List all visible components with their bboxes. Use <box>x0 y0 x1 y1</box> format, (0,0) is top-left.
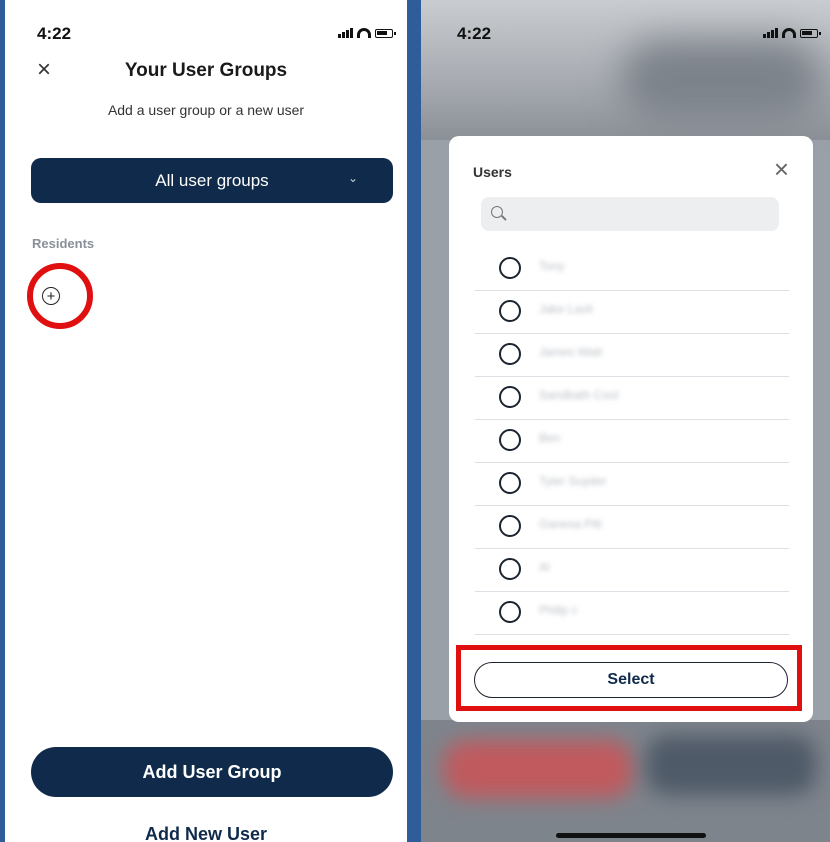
list-item[interactable]: Sandbath Cool <box>475 377 789 420</box>
user-name: Ganesa Pitt <box>539 517 602 531</box>
modal-title: Users <box>473 164 512 180</box>
list-item[interactable]: Philip c <box>475 592 789 635</box>
radio-button[interactable] <box>499 601 521 623</box>
list-item[interactable]: Ben <box>475 420 789 463</box>
status-icons <box>763 28 821 38</box>
radio-button[interactable] <box>499 558 521 580</box>
user-name: Ben <box>539 431 561 445</box>
blurred-button <box>646 735 816 795</box>
signal-icon <box>763 28 778 38</box>
user-name: James Watt <box>539 345 602 359</box>
wifi-icon <box>357 28 371 38</box>
section-label-residents: Residents <box>32 236 95 251</box>
status-icons <box>338 28 396 38</box>
radio-button[interactable] <box>499 300 521 322</box>
radio-button[interactable] <box>499 472 521 494</box>
wifi-icon <box>782 28 796 38</box>
radio-button[interactable] <box>499 515 521 537</box>
dropdown-selected-value: All user groups <box>155 170 269 190</box>
add-new-user-button[interactable]: Add New User <box>5 824 407 842</box>
user-group-dropdown[interactable]: All user groups ⌄ <box>31 158 393 203</box>
radio-button[interactable] <box>499 429 521 451</box>
battery-icon <box>800 29 821 38</box>
list-item[interactable]: Al <box>475 549 789 592</box>
list-item[interactable]: Tyler Suyder <box>475 463 789 506</box>
list-item[interactable]: Jake Lavil <box>475 291 789 334</box>
radio-button[interactable] <box>499 257 521 279</box>
user-name: Philip c <box>539 603 578 617</box>
page-subtitle: Add a user group or a new user <box>107 102 305 118</box>
status-time: 4:22 <box>37 24 72 43</box>
search-bar[interactable] <box>481 197 779 233</box>
highlight-circle <box>27 263 93 329</box>
user-name: Tony <box>539 259 565 273</box>
list-item[interactable]: Tony <box>475 248 789 291</box>
blurred-background <box>421 0 830 140</box>
home-indicator <box>556 833 706 838</box>
users-modal: Users × Tony Jake Lavil James Watt Sandb… <box>449 136 813 722</box>
add-user-group-button[interactable]: Add User Group <box>31 747 393 797</box>
blurred-button <box>443 740 633 798</box>
status-time: 4:22 <box>457 24 492 43</box>
plus-circle-icon[interactable]: + <box>42 287 60 305</box>
search-icon <box>491 206 503 218</box>
list-item[interactable]: James Watt <box>475 334 789 377</box>
page-title: Your User Groups <box>124 60 288 81</box>
user-name: Sandbath Cool <box>539 388 619 402</box>
radio-button[interactable] <box>499 343 521 365</box>
user-name: Jake Lavil <box>539 302 593 316</box>
user-name: Al <box>539 560 550 574</box>
radio-button[interactable] <box>499 386 521 408</box>
user-name: Tyler Suyder <box>539 474 607 488</box>
close-icon[interactable]: × <box>774 156 789 182</box>
battery-icon <box>375 29 396 38</box>
select-button[interactable]: Select <box>474 662 788 698</box>
user-list: Tony Jake Lavil James Watt Sandbath Cool… <box>475 248 789 635</box>
list-item[interactable]: Ganesa Pitt <box>475 506 789 549</box>
users-picker-screen: 4:22 Users × Tony Jake Lavil James Watt … <box>421 0 830 842</box>
user-groups-screen: 4:22 × Your User Groups Add a user group… <box>5 0 407 842</box>
signal-icon <box>338 28 353 38</box>
chevron-down-icon: ⌄ <box>347 171 358 185</box>
search-input[interactable] <box>515 197 769 233</box>
